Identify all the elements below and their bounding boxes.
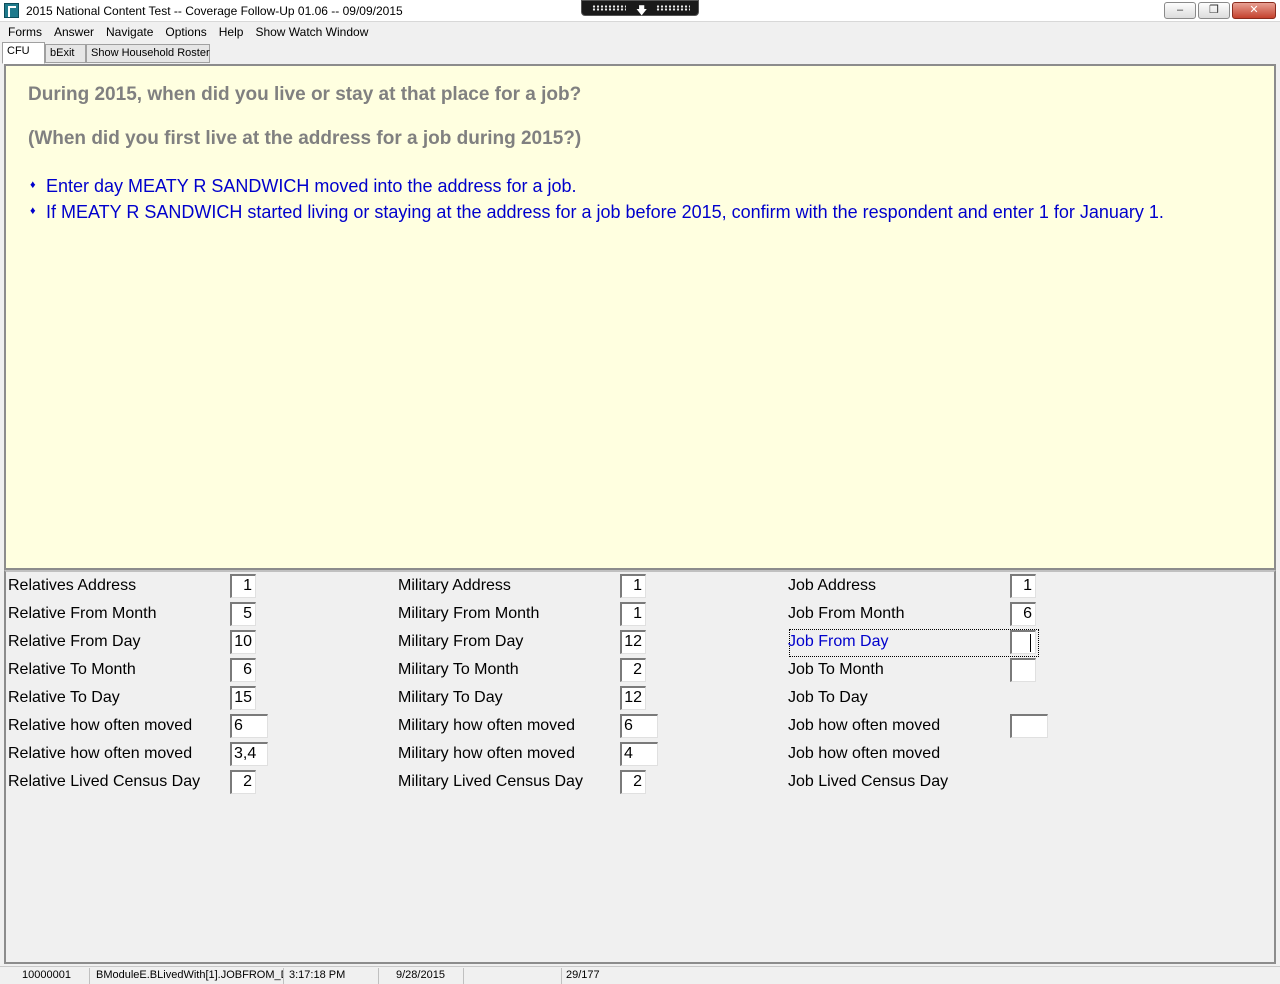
menu-bar: Forms Answer Navigate Options Help Show … xyxy=(0,22,1280,42)
instruction-1: ♦ Enter day MEATY R SANDWICH moved into t… xyxy=(30,176,577,197)
close-button[interactable]: ✕ xyxy=(1232,2,1276,19)
military-from-month-field[interactable]: 1 xyxy=(620,602,646,626)
relative-to-day-field[interactable]: 15 xyxy=(230,686,256,710)
status-page-count: 29/177 xyxy=(566,969,600,981)
grip-dots-icon xyxy=(656,5,690,11)
bullet-icon: ♦ xyxy=(30,205,36,217)
status-date: 9/28/2015 xyxy=(392,968,464,984)
military-to-month-label: Military To Month xyxy=(398,661,519,678)
relative-from-month-label: Relative From Month xyxy=(8,605,157,622)
military-from-day-label: Military From Day xyxy=(398,633,524,650)
relative-from-day-field[interactable]: 10 xyxy=(230,630,256,654)
question-pane: During 2015, when did you live or stay a… xyxy=(4,64,1276,570)
relative-from-month-field[interactable]: 5 xyxy=(230,602,256,626)
relative-how-often-moved-label: Relative how often moved xyxy=(8,717,193,734)
relative-lived-census-day-label: Relative Lived Census Day xyxy=(8,773,201,790)
relatives-address-label: Relatives Address xyxy=(8,577,137,594)
job-how-often-moved-label: Job how often moved xyxy=(788,717,941,734)
tab-bar: CFU bExit Show Household Roster xyxy=(0,42,1280,64)
military-how-often-moved-field[interactable]: 4 xyxy=(620,742,658,766)
job-from-month-label: Job From Month xyxy=(788,605,905,622)
relative-how-often-moved-label: Relative how often moved xyxy=(8,745,193,762)
job-to-month-label: Job To Month xyxy=(788,661,884,678)
field-pane: Relatives Address 1 Relative From Month … xyxy=(4,570,1276,964)
arrow-down-icon[interactable]: 🡇 xyxy=(636,2,647,21)
title-bar: 2015 National Content Test -- Coverage F… xyxy=(0,0,1280,22)
status-time: 3:17:18 PM xyxy=(285,968,379,984)
job-to-month-field[interactable] xyxy=(1010,658,1036,682)
military-address-field[interactable]: 1 xyxy=(620,574,646,598)
job-to-day-label: Job To Day xyxy=(788,689,868,706)
window-controls: ‒ ❐ ✕ xyxy=(1162,2,1276,19)
relative-how-often-moved-field[interactable]: 6 xyxy=(230,714,268,738)
tab-bexit[interactable]: bExit xyxy=(45,44,86,63)
window-title: 2015 National Content Test -- Coverage F… xyxy=(26,4,403,18)
status-bar: 10000001 BModuleE.BLivedWith[1].JOBFROM_… xyxy=(0,966,1280,984)
minimize-button[interactable]: ‒ xyxy=(1164,2,1196,19)
job-from-day-label: Job From Day xyxy=(788,633,889,650)
relative-lived-census-day-field[interactable]: 2 xyxy=(230,770,256,794)
status-case-id: 10000001 xyxy=(18,968,90,984)
military-lived-census-day-field[interactable]: 2 xyxy=(620,770,646,794)
job-how-often-moved-field[interactable] xyxy=(1010,714,1048,738)
menu-show-watch-window[interactable]: Show Watch Window xyxy=(249,25,374,39)
military-how-often-moved-label: Military how often moved xyxy=(398,717,575,734)
job-address-field[interactable]: 1 xyxy=(1010,574,1036,598)
relative-how-often-moved-field[interactable]: 3,4 xyxy=(230,742,268,766)
restore-button[interactable]: ❐ xyxy=(1198,2,1230,19)
job-from-month-field[interactable]: 6 xyxy=(1010,602,1036,626)
military-how-often-moved-label: Military how often moved xyxy=(398,745,575,762)
military-to-day-label: Military To Day xyxy=(398,689,503,706)
grip-dots-icon xyxy=(592,5,626,11)
relatives-address-field[interactable]: 1 xyxy=(230,574,256,598)
military-from-month-label: Military From Month xyxy=(398,605,540,622)
tab-show-household-roster[interactable]: Show Household Roster xyxy=(86,44,210,63)
menu-help[interactable]: Help xyxy=(213,25,250,39)
relative-from-day-label: Relative From Day xyxy=(8,633,141,650)
menu-answer[interactable]: Answer xyxy=(48,25,100,39)
text-caret xyxy=(1030,634,1031,652)
app-icon xyxy=(4,3,19,18)
job-how-often-moved-label: Job how often moved xyxy=(788,745,941,762)
instruction-text: If MEATY R SANDWICH started living or st… xyxy=(46,202,1164,222)
job-lived-census-day-label: Job Lived Census Day xyxy=(788,773,949,790)
instruction-2: ♦ If MEATY R SANDWICH started living or s… xyxy=(30,202,1164,223)
question-text: During 2015, when did you live or stay a… xyxy=(28,84,582,105)
military-lived-census-day-label: Military Lived Census Day xyxy=(398,773,583,790)
menu-forms[interactable]: Forms xyxy=(2,25,48,39)
relative-to-month-label: Relative To Month xyxy=(8,661,136,678)
status-field-path: BModuleE.BLivedWith[1].JOBFROM_D xyxy=(92,968,284,984)
remote-session-bar[interactable]: 🡇 xyxy=(581,0,699,17)
instruction-text: Enter day MEATY R SANDWICH moved into th… xyxy=(46,176,577,196)
question-probe: (When did you first live at the address … xyxy=(28,128,582,149)
job-from-day-field[interactable] xyxy=(1010,630,1036,654)
relative-to-day-label: Relative To Day xyxy=(8,689,120,706)
relative-to-month-field[interactable]: 6 xyxy=(230,658,256,682)
tab-cfu[interactable]: CFU xyxy=(2,42,45,64)
military-to-day-field[interactable]: 12 xyxy=(620,686,646,710)
military-address-label: Military Address xyxy=(398,577,511,594)
status-empty xyxy=(464,968,562,984)
military-from-day-field[interactable]: 12 xyxy=(620,630,646,654)
military-to-month-field[interactable]: 2 xyxy=(620,658,646,682)
job-address-label: Job Address xyxy=(788,577,877,594)
bullet-icon: ♦ xyxy=(30,179,36,191)
military-how-often-moved-field[interactable]: 6 xyxy=(620,714,658,738)
menu-navigate[interactable]: Navigate xyxy=(100,25,159,39)
menu-options[interactable]: Options xyxy=(159,25,212,39)
